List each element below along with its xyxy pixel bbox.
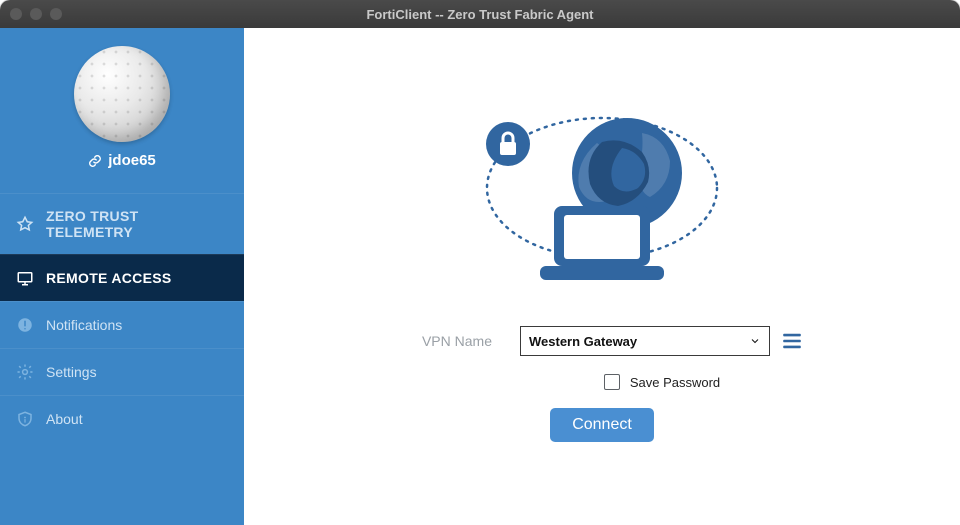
zoom-window-button[interactable] <box>50 8 62 20</box>
notification-icon <box>16 316 34 334</box>
sidebar-item-settings[interactable]: Settings <box>0 348 244 395</box>
nav-label: About <box>46 411 83 427</box>
nav-label: Notifications <box>46 317 122 333</box>
save-password-label: Save Password <box>630 375 720 390</box>
avatar[interactable] <box>74 46 170 142</box>
titlebar: FortiClient -- Zero Trust Fabric Agent <box>0 0 960 28</box>
vpn-select-wrap: Western Gateway <box>520 326 802 356</box>
minimize-window-button[interactable] <box>30 8 42 20</box>
close-window-button[interactable] <box>10 8 22 20</box>
vpn-name-row: VPN Name Western Gateway <box>402 326 802 356</box>
link-icon <box>88 154 102 168</box>
avatar-texture <box>74 46 170 142</box>
sidebar-item-about[interactable]: About <box>0 395 244 442</box>
sidebar: jdoe65 ZERO TRUST TELEMETRY <box>0 28 244 525</box>
window-title: FortiClient -- Zero Trust Fabric Agent <box>0 7 960 22</box>
about-icon <box>16 410 34 428</box>
vpn-form: VPN Name Western Gateway <box>284 326 920 442</box>
username-text: jdoe65 <box>108 152 156 169</box>
vpn-name-value: Western Gateway <box>529 334 637 349</box>
vpn-name-label: VPN Name <box>402 333 492 349</box>
remote-access-icon <box>16 269 34 287</box>
nav-label: Settings <box>46 364 97 380</box>
nav-label: REMOTE ACCESS <box>46 270 172 286</box>
nav: ZERO TRUST TELEMETRY REMOTE ACCESS <box>0 193 244 442</box>
save-password-checkbox[interactable] <box>604 374 620 390</box>
gear-icon <box>16 363 34 381</box>
vpn-illustration <box>284 78 920 298</box>
profile: jdoe65 <box>0 28 244 183</box>
nav-label: ZERO TRUST TELEMETRY <box>46 208 228 240</box>
username: jdoe65 <box>88 152 156 169</box>
sidebar-item-zero-trust-telemetry[interactable]: ZERO TRUST TELEMETRY <box>0 193 244 254</box>
main-panel: VPN Name Western Gateway <box>244 28 960 525</box>
sidebar-item-notifications[interactable]: Notifications <box>0 301 244 348</box>
connect-button[interactable]: Connect <box>550 408 654 442</box>
chevron-down-icon <box>749 335 761 347</box>
save-password-row: Save Password <box>604 374 720 390</box>
app-window: FortiClient -- Zero Trust Fabric Agent j… <box>0 0 960 525</box>
vpn-name-select[interactable]: Western Gateway <box>520 326 770 356</box>
vpn-menu-button[interactable] <box>782 333 802 349</box>
sidebar-item-remote-access[interactable]: REMOTE ACCESS <box>0 254 244 301</box>
traffic-lights <box>10 8 62 20</box>
body: jdoe65 ZERO TRUST TELEMETRY <box>0 28 960 525</box>
telemetry-icon <box>16 215 34 233</box>
